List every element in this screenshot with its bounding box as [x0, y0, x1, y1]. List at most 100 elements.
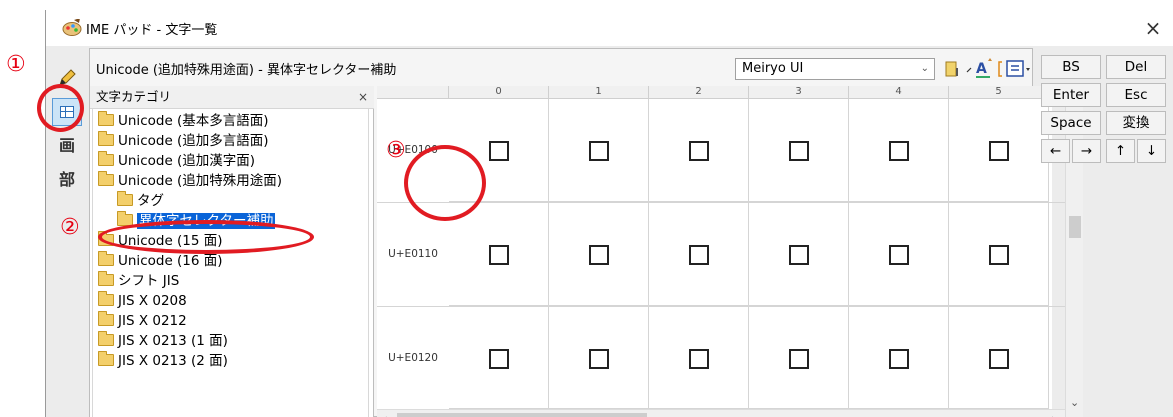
- radical-label: 部: [58, 170, 75, 189]
- right-arrow-key[interactable]: →: [1072, 139, 1101, 163]
- stroke-count-label: 画: [58, 136, 75, 155]
- horizontal-scroll-thumb[interactable]: [397, 413, 647, 417]
- missing-glyph-box: [989, 245, 1009, 265]
- column-header: 1: [549, 86, 649, 99]
- window-title: IME パッド - 文字一覧: [86, 23, 218, 38]
- tree-item-jis-x-0208[interactable]: JIS X 0208: [98, 291, 187, 311]
- char-cell[interactable]: [949, 307, 1049, 409]
- folder-icon: [98, 131, 114, 146]
- category-path: Unicode (追加特殊用途面) - 異体字セレクター補助: [96, 63, 397, 78]
- char-cell[interactable]: [749, 203, 849, 306]
- up-arrow-key[interactable]: ↑: [1106, 139, 1135, 163]
- missing-glyph-box: [489, 349, 509, 369]
- char-cell[interactable]: [449, 307, 549, 409]
- char-cell[interactable]: [449, 203, 549, 306]
- backspace-key[interactable]: BS: [1041, 55, 1101, 79]
- missing-glyph-box: [989, 141, 1009, 161]
- missing-glyph-box: [789, 141, 809, 161]
- stroke-count-mode-button[interactable]: 画: [52, 132, 82, 160]
- tree-item-unicode-ssp[interactable]: Unicode (追加特殊用途面): [98, 171, 282, 191]
- tree-item-jis-x-0213-plane-2[interactable]: JIS X 0213 (2 面): [98, 351, 228, 371]
- corner-header: [377, 86, 449, 99]
- tree-item-jis-x-0212[interactable]: JIS X 0212: [98, 311, 187, 331]
- tree-item-shift-jis[interactable]: シフト JIS: [98, 271, 179, 291]
- char-cell[interactable]: [949, 203, 1049, 306]
- folder-icon: [98, 291, 114, 306]
- escape-key[interactable]: Esc: [1106, 83, 1166, 107]
- char-cell[interactable]: [849, 99, 949, 202]
- missing-glyph-box: [889, 245, 909, 265]
- missing-glyph-box: [789, 245, 809, 265]
- toolbar-icons: A: [940, 57, 1032, 81]
- char-cell[interactable]: [549, 203, 649, 306]
- annotation-marker-2: ②: [60, 215, 80, 240]
- folder-icon: [98, 331, 114, 346]
- char-cell[interactable]: [649, 99, 749, 202]
- down-arrow-key[interactable]: ↓: [1137, 139, 1166, 163]
- ime-pad-window: IME パッド - 文字一覧 × 画 部 Unicode (追加特殊用途面) -…: [45, 10, 1173, 417]
- small-dot-icon: [966, 67, 972, 73]
- char-cell[interactable]: [849, 203, 949, 306]
- column-header-row: 0 1 2 3 4 5: [377, 86, 1049, 99]
- scroll-left-icon[interactable]: ‹: [383, 412, 387, 417]
- char-cell[interactable]: [749, 307, 849, 409]
- tree-item-unicode-bmp[interactable]: Unicode (基本多言語面): [98, 111, 269, 131]
- folder-icon: [117, 191, 133, 206]
- char-cell[interactable]: [749, 99, 849, 202]
- ime-pad-app-icon: [62, 19, 82, 36]
- radical-mode-button[interactable]: 部: [52, 166, 82, 194]
- folder-icon: [98, 171, 114, 186]
- char-cell[interactable]: [549, 99, 649, 202]
- annotation-marker-3: ③: [386, 138, 406, 163]
- missing-glyph-box: [789, 349, 809, 369]
- annotation-ring-1: [37, 84, 84, 132]
- scroll-right-icon[interactable]: ›: [1051, 412, 1055, 417]
- font-size-icon[interactable]: A: [974, 57, 994, 81]
- tree-item-unicode-plane-16[interactable]: Unicode (16 面): [98, 251, 223, 271]
- char-cell[interactable]: [949, 99, 1049, 202]
- svg-text:A: A: [976, 61, 987, 77]
- tree-header-title: 文字カテゴリ: [96, 89, 172, 104]
- tree-item-unicode-sip[interactable]: Unicode (追加漢字面): [98, 151, 255, 171]
- enter-key[interactable]: Enter: [1041, 83, 1101, 107]
- delete-key[interactable]: Del: [1106, 55, 1166, 79]
- font-select[interactable]: Meiryo UI ⌄: [735, 58, 935, 80]
- char-cell[interactable]: [849, 307, 949, 409]
- tree-item-unicode-smp[interactable]: Unicode (追加多言語面): [98, 131, 269, 151]
- row-header: U+E0120: [388, 352, 438, 364]
- vertical-scroll-thumb[interactable]: [1069, 216, 1081, 238]
- char-cell[interactable]: [549, 307, 649, 409]
- annotation-ring-3: [404, 145, 486, 221]
- folder-icon: [98, 251, 114, 266]
- column-header: 5: [949, 86, 1049, 99]
- char-cell[interactable]: [649, 203, 749, 306]
- annotation-marker-1: ①: [6, 52, 26, 77]
- scroll-down-icon[interactable]: ⌄: [1070, 396, 1079, 409]
- column-header: 4: [849, 86, 949, 99]
- bracket-icon: [998, 61, 1002, 77]
- view-options-icon[interactable]: [1006, 57, 1032, 81]
- tree-close-button[interactable]: ×: [358, 86, 368, 108]
- toolbar: Unicode (追加特殊用途面) - 異体字セレクター補助 Meiryo UI…: [90, 49, 1032, 85]
- missing-glyph-box: [689, 245, 709, 265]
- font-color-icon[interactable]: [944, 57, 962, 81]
- folder-icon: [98, 111, 114, 126]
- horizontal-scrollbar[interactable]: ‹ ›: [377, 409, 1065, 417]
- missing-glyph-box: [589, 349, 609, 369]
- column-header: 2: [649, 86, 749, 99]
- char-cell[interactable]: [649, 307, 749, 409]
- folder-icon: [98, 151, 114, 166]
- missing-glyph-box: [889, 141, 909, 161]
- tree-header: 文字カテゴリ ×: [90, 86, 374, 109]
- edit-keys: BS Del Enter Esc Space 変換 ← → ↑ ↓: [1041, 55, 1173, 175]
- left-arrow-key[interactable]: ←: [1041, 139, 1070, 163]
- close-button[interactable]: ×: [1139, 14, 1167, 42]
- category-tree: Unicode (基本多言語面) Unicode (追加多言語面) Unicod…: [92, 109, 369, 417]
- missing-glyph-box: [689, 349, 709, 369]
- space-key[interactable]: Space: [1041, 111, 1101, 135]
- convert-key[interactable]: 変換: [1106, 111, 1166, 135]
- tree-item-tags[interactable]: タグ: [117, 191, 164, 211]
- tree-item-jis-x-0213-plane-1[interactable]: JIS X 0213 (1 面): [98, 331, 228, 351]
- font-name: Meiryo UI: [742, 61, 804, 76]
- missing-glyph-box: [889, 349, 909, 369]
